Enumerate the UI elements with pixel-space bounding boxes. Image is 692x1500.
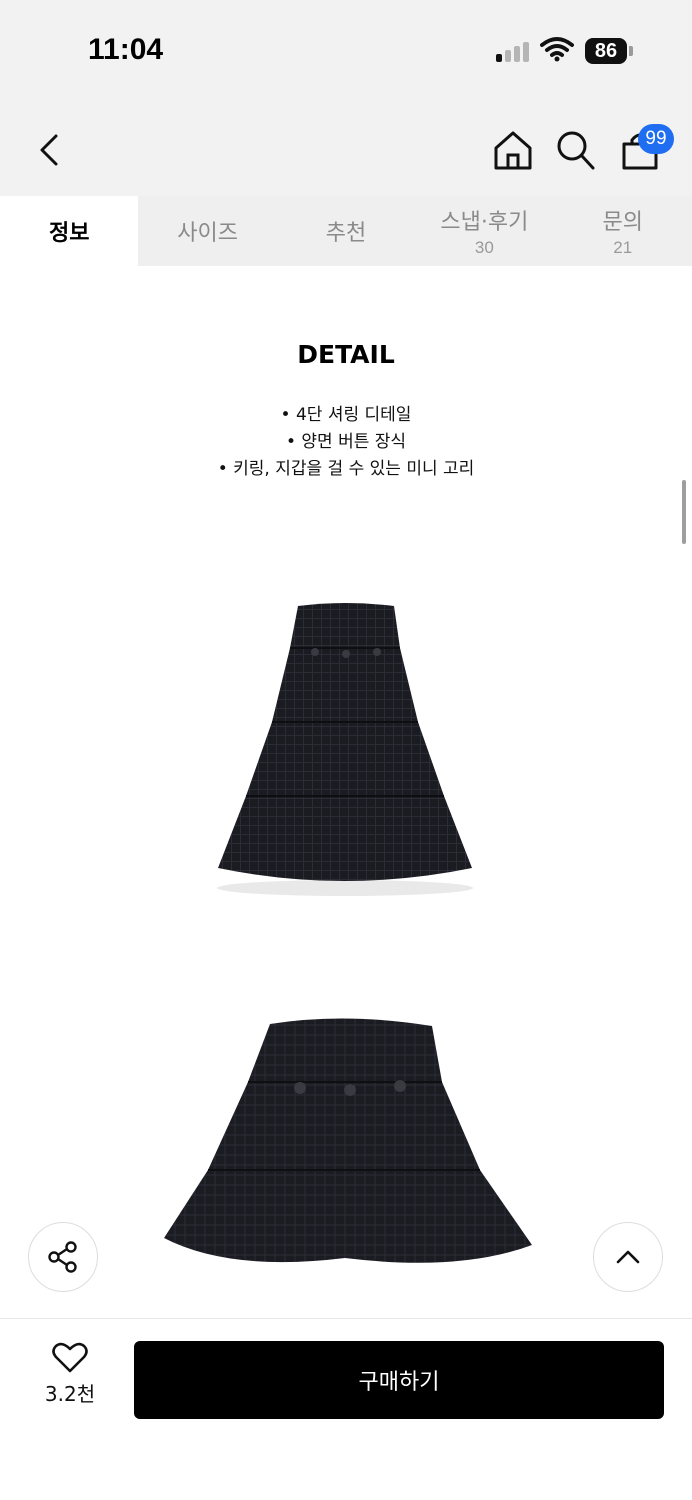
- detail-bullet-list: • 4단 셔링 디테일 • 양면 버튼 장식 • 키링, 지갑을 걸 수 있는 …: [0, 402, 692, 483]
- like-count: 3.2천: [44, 1382, 96, 1406]
- search-icon[interactable]: [555, 128, 597, 172]
- battery-indicator: 86: [585, 38, 627, 64]
- detail-heading: DETAIL: [297, 340, 395, 369]
- tab-label: 스냅·후기: [440, 210, 529, 235]
- tab-size[interactable]: 사이즈: [138, 196, 276, 266]
- top-area: 11:04 86 99: [0, 0, 692, 196]
- tab-label: 정보: [48, 221, 90, 246]
- share-icon: [48, 1241, 77, 1273]
- detail-bullet: • 4단 셔링 디테일: [280, 405, 412, 425]
- tab-label: 추천: [325, 221, 367, 246]
- chevron-up-icon: [616, 1250, 640, 1264]
- tab-count: 21: [613, 238, 633, 257]
- product-tabs: 정보 사이즈 추천 스냅·후기 30 문의 21: [0, 196, 692, 266]
- cellular-signal-icon: [496, 40, 532, 62]
- battery-tip: [629, 46, 633, 56]
- tab-label: 사이즈: [177, 221, 238, 246]
- buy-button[interactable]: 구매하기: [134, 1341, 664, 1419]
- tab-count: 30: [474, 238, 494, 257]
- tab-recommend[interactable]: 추천: [277, 196, 415, 266]
- wifi-icon: [540, 37, 574, 62]
- scrollbar[interactable]: [682, 480, 686, 544]
- share-button[interactable]: [28, 1222, 98, 1292]
- tab-inquiry[interactable]: 문의 21: [554, 196, 692, 266]
- scroll-to-top-button[interactable]: [593, 1222, 663, 1292]
- product-image-short-skirt: [164, 1018, 532, 1263]
- tab-snap-review[interactable]: 스냅·후기 30: [415, 196, 553, 266]
- status-time: 11:04: [88, 33, 164, 66]
- home-icon[interactable]: [491, 128, 535, 172]
- product-image-long-skirt: [217, 603, 473, 896]
- detail-bullet: • 키링, 지갑을 걸 수 있는 미니 고리: [217, 459, 475, 479]
- cart-count-badge: 99: [638, 124, 674, 154]
- tab-info[interactable]: 정보: [0, 196, 139, 266]
- like-button[interactable]: 3.2천: [30, 1342, 110, 1422]
- tab-label: 문의: [602, 210, 643, 235]
- heart-icon: [52, 1342, 88, 1373]
- back-arrow-icon[interactable]: [30, 128, 70, 172]
- detail-bullet: • 양면 버튼 장식: [285, 432, 407, 452]
